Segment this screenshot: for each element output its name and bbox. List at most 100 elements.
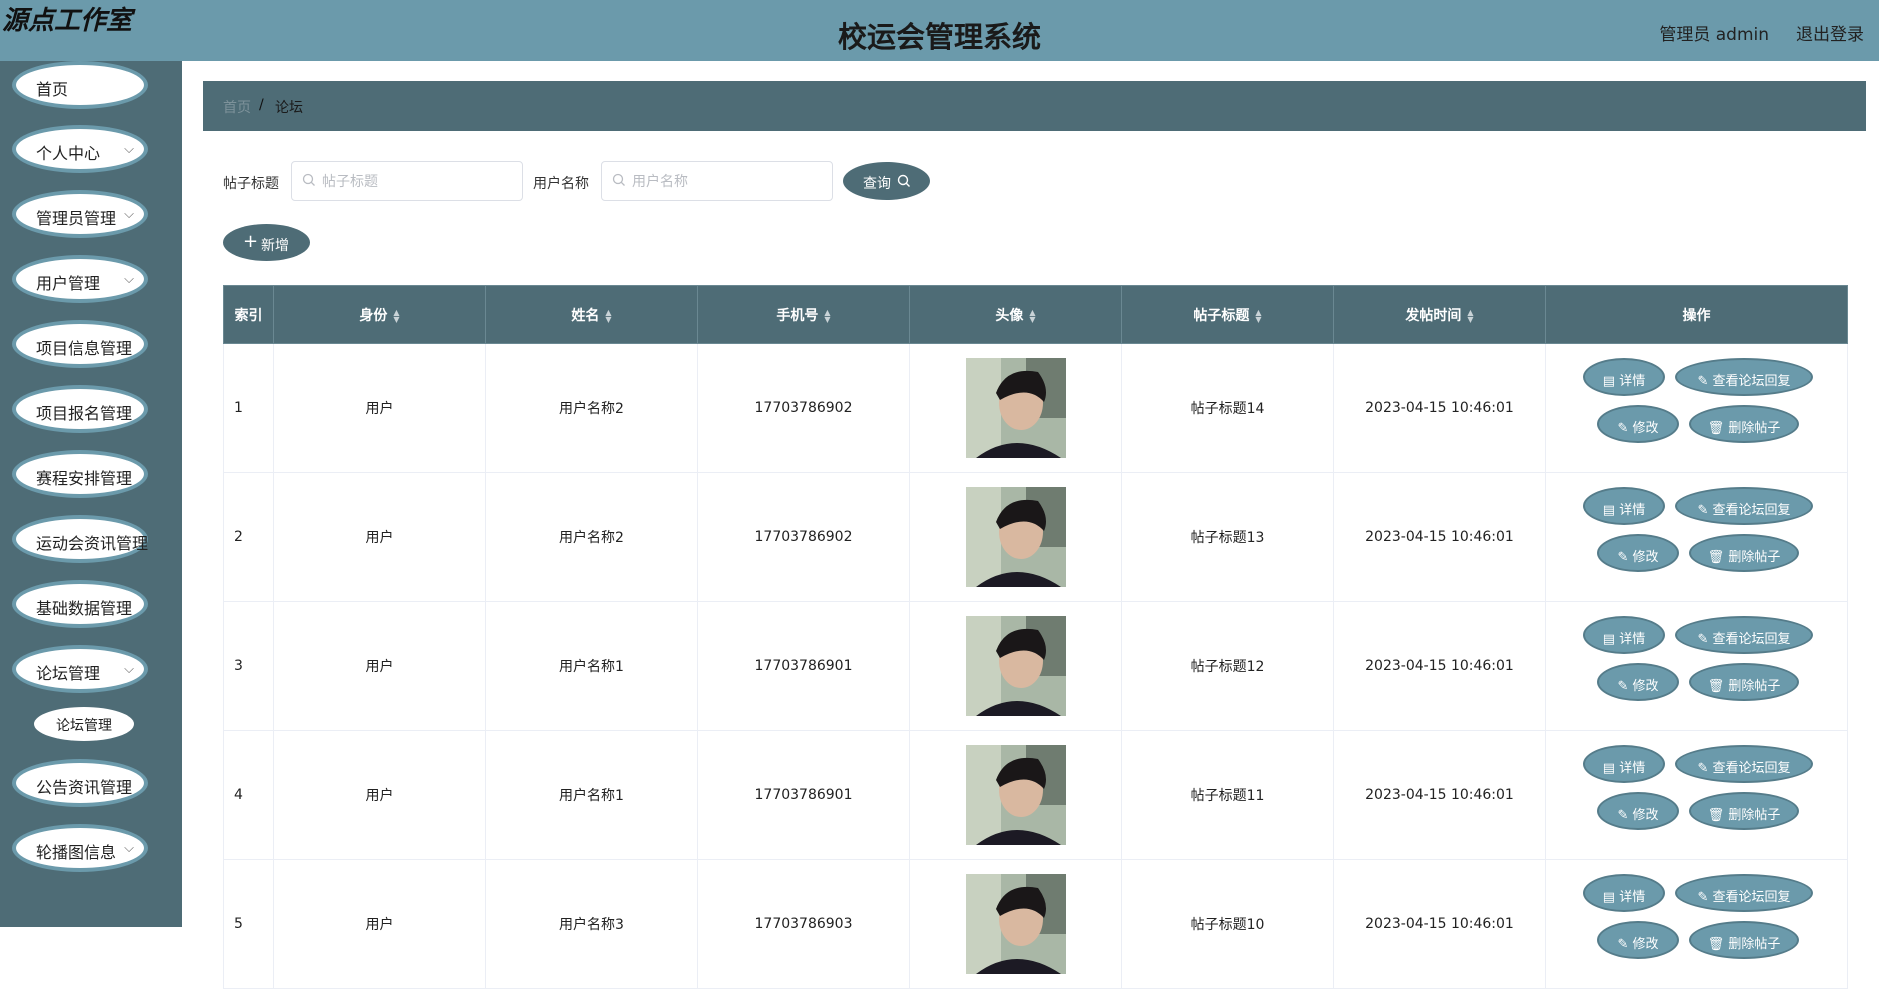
view-replies-button[interactable]: ✎ 查看论坛回复 [1675, 616, 1813, 654]
user-name-input[interactable] [630, 170, 824, 194]
sidebar-item-forum-management[interactable]: 论坛管理 ⌵ [12, 645, 148, 693]
sidebar-item-admin-management[interactable]: 管理员管理 ⌵ [12, 190, 148, 238]
document-icon: ▤ [1602, 632, 1620, 647]
header-actions: 操作 [1545, 285, 1848, 344]
document-icon: ▤ [1602, 761, 1620, 776]
avatar[interactable] [965, 745, 1066, 845]
header-post-time[interactable]: 发帖时间 ▲ ▼ [1333, 285, 1546, 344]
sort-icon[interactable]: ▲ ▼ [1255, 308, 1261, 323]
user-name-search-field[interactable] [601, 161, 833, 201]
detail-button[interactable]: ▤ 详情 [1583, 745, 1665, 783]
cell-index: 2 [223, 472, 274, 602]
delete-button[interactable]: 🗑 删除帖子 [1689, 405, 1799, 443]
document-icon: ▤ [1602, 503, 1620, 518]
table-row: 1 用户 用户名称2 17703786902 帖子标题14 2023-04-15… [223, 343, 1848, 473]
cell-role: 用户 [273, 730, 486, 860]
cell-index: 3 [223, 601, 274, 731]
sidebar-item-label: 管理员管理 [36, 209, 117, 228]
sidebar-item-basic-data[interactable]: 基础数据管理 [12, 580, 148, 628]
sort-icon[interactable]: ▲ ▼ [605, 308, 611, 323]
delete-button[interactable]: 🗑 删除帖子 [1689, 534, 1799, 572]
sidebar-subitem-forum-management[interactable]: 论坛管理 [34, 707, 134, 741]
sidebar-item-project-info[interactable]: 项目信息管理 [12, 320, 148, 368]
sidebar-item-label: 赛程安排管理 [36, 469, 133, 488]
cell-phone: 17703786902 [697, 343, 910, 473]
sidebar-item-home[interactable]: 首页 [12, 61, 148, 109]
cell-post-title: 帖子标题13 [1121, 472, 1334, 602]
delete-button[interactable]: 🗑 删除帖子 [1689, 792, 1799, 830]
cell-post-time: 2023-04-15 10:46:01 [1333, 859, 1546, 989]
cell-actions: ▤ 详情 ✎ 查看论坛回复 ✎ 修改 🗑 删除帖子 [1545, 343, 1848, 473]
search-icon [302, 173, 315, 186]
search-icon [897, 174, 910, 187]
cell-post-time: 2023-04-15 10:46:01 [1333, 601, 1546, 731]
detail-button[interactable]: ▤ 详情 [1583, 616, 1665, 654]
avatar[interactable] [965, 487, 1066, 587]
delete-button[interactable]: 🗑 删除帖子 [1689, 663, 1799, 701]
edit-button[interactable]: ✎ 修改 [1597, 792, 1679, 830]
search-icon [612, 173, 625, 186]
detail-button[interactable]: ▤ 详情 [1583, 874, 1665, 912]
sidebar-item-schedule[interactable]: 赛程安排管理 [12, 450, 148, 498]
view-replies-button[interactable]: ✎ 查看论坛回复 [1675, 874, 1813, 912]
sidebar-item-label: 项目报名管理 [36, 404, 133, 423]
cell-index: 1 [223, 343, 274, 473]
sidebar-item-label: 轮播图信息 [36, 843, 117, 862]
cell-name: 用户名称1 [485, 601, 698, 731]
edit-button[interactable]: ✎ 修改 [1597, 663, 1679, 701]
sort-icon[interactable]: ▲ ▼ [824, 308, 830, 323]
logout-link[interactable]: 退出登录 [1796, 20, 1864, 45]
header-role[interactable]: 身份 ▲ ▼ [273, 285, 486, 344]
cell-index: 4 [223, 730, 274, 860]
sidebar-item-label: 运动会资讯管理 [36, 534, 149, 553]
user-name-label: 用户名称 [533, 176, 589, 192]
header-avatar[interactable]: 头像 ▲ ▼ [909, 285, 1122, 344]
edit-icon: ✎ [1617, 937, 1633, 952]
query-button[interactable]: 查询 [843, 162, 930, 200]
sort-icon[interactable]: ▲ ▼ [393, 308, 399, 323]
cell-name: 用户名称2 [485, 472, 698, 602]
table-row: 4 用户 用户名称1 17703786901 帖子标题11 2023-04-15… [223, 730, 1848, 860]
sidebar-item-announcements[interactable]: 公告资讯管理 [12, 759, 148, 807]
detail-button[interactable]: ▤ 详情 [1583, 358, 1665, 396]
post-title-search-field[interactable] [291, 161, 523, 201]
chevron-down-icon: ⌵ [124, 207, 134, 222]
sidebar-item-user-management[interactable]: 用户管理 ⌵ [12, 255, 148, 303]
cell-index: 5 [223, 859, 274, 989]
sidebar-item-carousel[interactable]: 轮播图信息 ⌵ [12, 824, 148, 872]
edit-icon: ✎ [1617, 808, 1633, 823]
cell-role: 用户 [273, 859, 486, 989]
cell-post-title: 帖子标题11 [1121, 730, 1334, 860]
header-post-title[interactable]: 帖子标题 ▲ ▼ [1121, 285, 1334, 344]
sidebar-item-personal-center[interactable]: 个人中心 ⌵ [12, 125, 148, 173]
avatar[interactable] [965, 874, 1066, 974]
cell-avatar [909, 601, 1122, 731]
cell-name: 用户名称1 [485, 730, 698, 860]
edit-button[interactable]: ✎ 修改 [1597, 405, 1679, 443]
cell-phone: 17703786902 [697, 472, 910, 602]
edit-button[interactable]: ✎ 修改 [1597, 534, 1679, 572]
view-replies-button[interactable]: ✎ 查看论坛回复 [1675, 487, 1813, 525]
post-title-input[interactable] [320, 170, 514, 194]
cell-name: 用户名称2 [485, 343, 698, 473]
breadcrumb-current: 论坛 [275, 100, 303, 116]
avatar[interactable] [965, 616, 1066, 716]
avatar[interactable] [965, 358, 1066, 458]
sidebar-item-label: 用户管理 [36, 274, 101, 293]
table-row: 5 用户 用户名称3 17703786903 帖子标题10 2023-04-15… [223, 859, 1848, 989]
sidebar-item-label: 公告资讯管理 [36, 778, 133, 797]
sidebar-item-project-signup[interactable]: 项目报名管理 [12, 385, 148, 433]
add-button[interactable]: + 新增 [223, 224, 310, 261]
detail-button[interactable]: ▤ 详情 [1583, 487, 1665, 525]
sidebar-item-sports-news[interactable]: 运动会资讯管理 [12, 515, 148, 563]
breadcrumb-home-link[interactable]: 首页 [223, 97, 251, 117]
document-icon: ▤ [1602, 374, 1620, 389]
edit-icon: ✎ [1697, 374, 1713, 389]
header-name[interactable]: 姓名 ▲ ▼ [485, 285, 698, 344]
view-replies-button[interactable]: ✎ 查看论坛回复 [1675, 745, 1813, 783]
sort-icon[interactable]: ▲ ▼ [1467, 308, 1473, 323]
view-replies-button[interactable]: ✎ 查看论坛回复 [1675, 358, 1813, 396]
sort-icon[interactable]: ▲ ▼ [1029, 308, 1035, 323]
admin-user-label: 管理员 admin [1659, 25, 1769, 45]
header-phone[interactable]: 手机号 ▲ ▼ [697, 285, 910, 344]
